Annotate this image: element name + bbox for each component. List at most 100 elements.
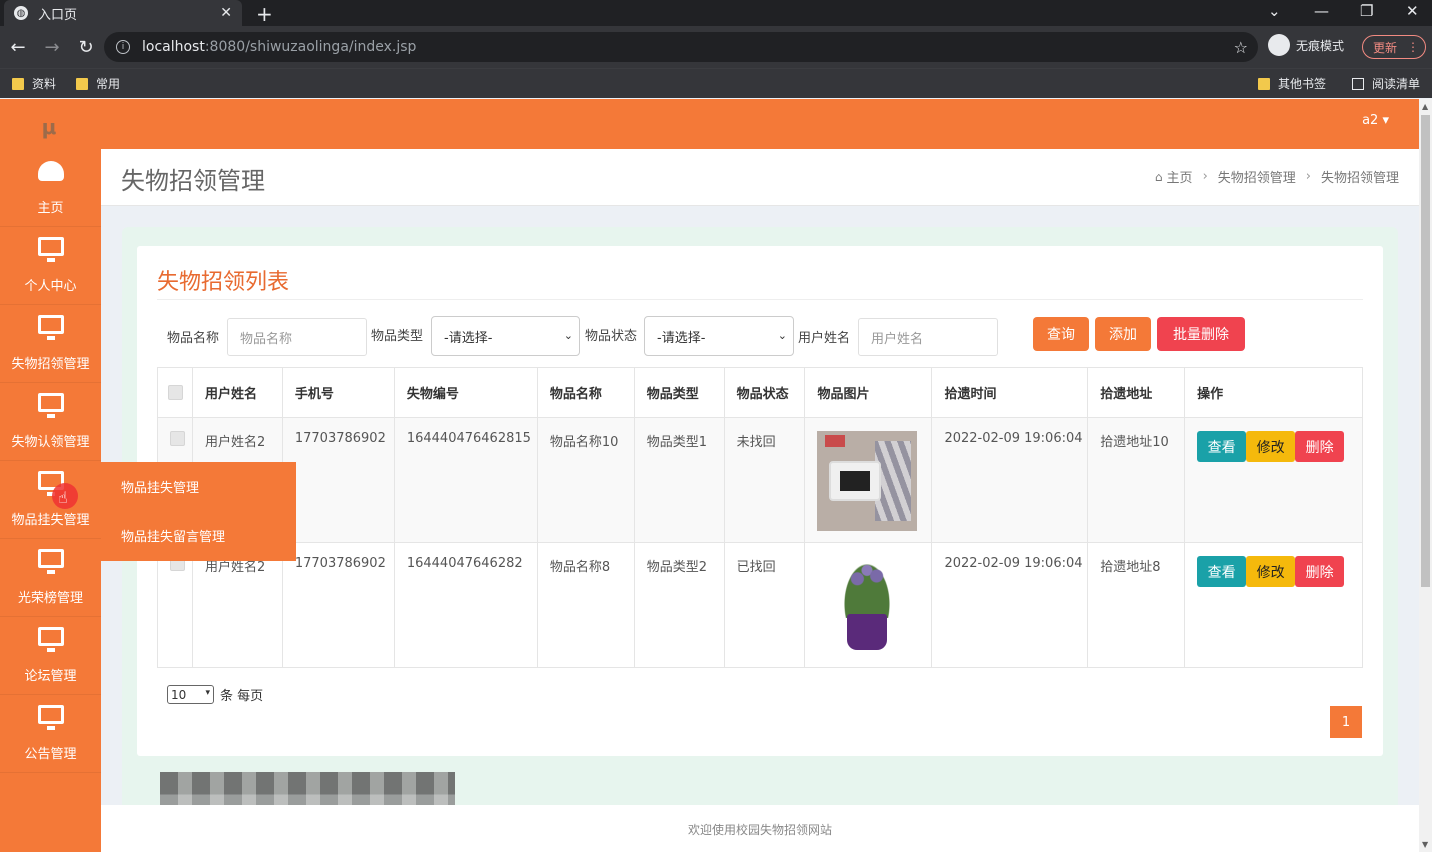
url-input[interactable]: i localhost:8080/shiwuzaolinga/index.jsp… [104,32,1258,62]
submenu-item-loss-messages[interactable]: 物品挂失留言管理 [121,526,225,545]
monitor-icon [37,627,64,652]
sidebar-item-label: 个人中心 [24,279,77,294]
sidebar-item-label: 光荣榜管理 [17,591,83,606]
new-tab-button[interactable]: + [256,2,273,26]
sidebar-item-personal[interactable]: 个人中心 [0,227,101,305]
cell-code: 16444047646282 [393,542,538,668]
monitor-icon [37,705,64,730]
page-number-button[interactable]: 1 [1330,706,1362,738]
user-filter-input[interactable]: 用户姓名 [858,318,998,356]
folder-icon [1258,77,1270,90]
forward-icon[interactable]: → [36,37,68,58]
bookmark-folder[interactable]: 资料 [12,75,56,92]
column-header: 操作 [1184,367,1363,418]
type-filter-select[interactable]: -请选择- ⌄ [431,316,580,356]
sidebar-item-label: 主页 [37,201,64,216]
sidebar-item-home[interactable]: 主页 [0,149,101,227]
back-icon[interactable]: ← [2,37,34,58]
bookmark-folder[interactable]: 常用 [76,75,120,92]
minimize-icon[interactable]: — [1314,2,1329,20]
scrollbar-thumb[interactable] [1421,115,1430,587]
chevron-down-icon: ▾ [205,688,210,698]
table-header-row: 用户姓名 手机号 失物编号 物品名称 物品类型 物品状态 物品图片 拾遗时间 拾… [157,367,1363,418]
sidebar-item-label: 公告管理 [24,747,77,762]
bookmark-star-icon[interactable]: ☆ [1234,38,1248,57]
name-filter-input[interactable]: 物品名称 [227,318,367,356]
cell-user: 用户姓名2 [191,542,283,668]
breadcrumb-item[interactable]: 失物招领管理 [1218,167,1296,186]
scroll-down-icon[interactable]: ▼ [1422,840,1428,849]
column-header: 物品类型 [633,367,725,418]
status-filter-select[interactable]: -请选择- ⌄ [644,316,794,356]
folder-icon [12,77,24,90]
sidebar-item-forum[interactable]: 论坛管理 [0,617,101,695]
monitor-icon [37,237,64,262]
browser-tab-bar: ◍ 入口页 ✕ + ⌄ — ❐ ✕ [0,0,1432,26]
logo: μ [41,115,57,139]
update-button[interactable]: 更新 ⋮ [1362,35,1426,59]
monitor-icon [37,315,64,340]
select-all-checkbox[interactable] [168,385,183,400]
chevron-right-icon: › [1305,169,1311,184]
cell-actions: 查看 修改 删除 [1184,542,1363,668]
tab-search-icon[interactable]: ⌄ [1268,2,1281,20]
sidebar-item-claims[interactable]: 失物认领管理 [0,383,101,461]
scrollbar[interactable]: ▲ ▼ [1419,99,1432,852]
reload-icon[interactable]: ↻ [70,37,102,58]
batch-delete-button[interactable]: 批量删除 [1157,317,1245,351]
close-window-icon[interactable]: ✕ [1406,2,1419,20]
sidebar-item-honor[interactable]: 光荣榜管理 [0,539,101,617]
sidebar-item-lost-found[interactable]: 失物招领管理 [0,305,101,383]
table-row: 用户姓名2 17703786902 164440476462815 物品名称10… [157,417,1363,543]
cell-time: 2022-02-09 19:06:04 [931,542,1089,668]
chevron-down-icon: ⌄ [777,329,787,342]
edit-button[interactable]: 修改 [1246,556,1296,587]
info-icon[interactable]: i [116,40,130,54]
row-checkbox[interactable] [170,431,185,446]
list-panel: 失物招领列表 物品名称 物品名称 物品类型 -请选择- ⌄ 物品状态 -请选择-… [137,246,1383,756]
restore-icon[interactable]: ❐ [1360,2,1373,20]
panel-title: 失物招领列表 [157,270,290,295]
delete-button[interactable]: 删除 [1295,556,1345,587]
table-row: 用户姓名2 17703786902 16444047646282 物品名称8 物… [157,542,1363,668]
tab-title: 入口页 [38,7,78,23]
view-button[interactable]: 查看 [1197,431,1247,462]
app: μ 主页 个人中心 失物招领管理 失物认领管理 物品挂失管理 光荣榜管理 论坛管… [0,99,1432,852]
scroll-up-icon[interactable]: ▲ [1422,102,1428,111]
browser-tab[interactable]: ◍ 入口页 ✕ [4,0,242,26]
cell-actions: 查看 修改 删除 [1184,417,1363,543]
tab-close-icon[interactable]: ✕ [220,5,232,21]
footer: 欢迎使用校园失物招领网站 [101,805,1419,852]
add-button[interactable]: 添加 [1095,317,1151,351]
query-button[interactable]: 查询 [1033,317,1089,351]
cell-phone: 17703786902 [281,542,395,668]
view-button[interactable]: 查看 [1197,556,1247,587]
bookmark-label: 资料 [32,77,57,91]
edit-button[interactable]: 修改 [1246,431,1296,462]
reading-list[interactable]: 阅读清单 [1352,75,1420,92]
row-select-cell [157,542,193,668]
sidebar-item-notice[interactable]: 公告管理 [0,695,101,773]
chevron-right-icon: › [1202,169,1208,184]
folder-icon [76,77,88,90]
sidebar-item-loss-report[interactable]: 物品挂失管理 [0,461,101,539]
breadcrumb-home[interactable]: 主页 [1167,167,1193,186]
page-size-select[interactable]: 10 ▾ [167,685,214,704]
other-bookmarks[interactable]: 其他书签 [1258,75,1326,92]
column-header: 物品名称 [536,367,635,418]
bookmark-label: 阅读清单 [1372,77,1421,91]
breadcrumb: ⌂ 主页 › 失物招领管理 › 失物招领管理 [1155,167,1399,186]
sidebar-item-label: 论坛管理 [24,669,77,684]
address-bar: ← → ↻ i localhost:8080/shiwuzaolinga/ind… [0,26,1432,68]
user-menu[interactable]: a2 ▾ [1362,113,1389,128]
submenu-item-loss-report[interactable]: 物品挂失管理 [121,477,199,496]
cell-type: 物品类型1 [633,417,725,543]
delete-button[interactable]: 删除 [1295,431,1345,462]
divider [157,299,1363,300]
column-header: 失物编号 [393,367,538,418]
incognito-indicator[interactable]: 无痕模式 [1268,34,1344,56]
plant-photo [817,556,918,656]
cell-image [804,542,933,668]
cell-type: 物品类型2 [633,542,725,668]
hand-cursor-icon: ☝ [58,488,68,507]
